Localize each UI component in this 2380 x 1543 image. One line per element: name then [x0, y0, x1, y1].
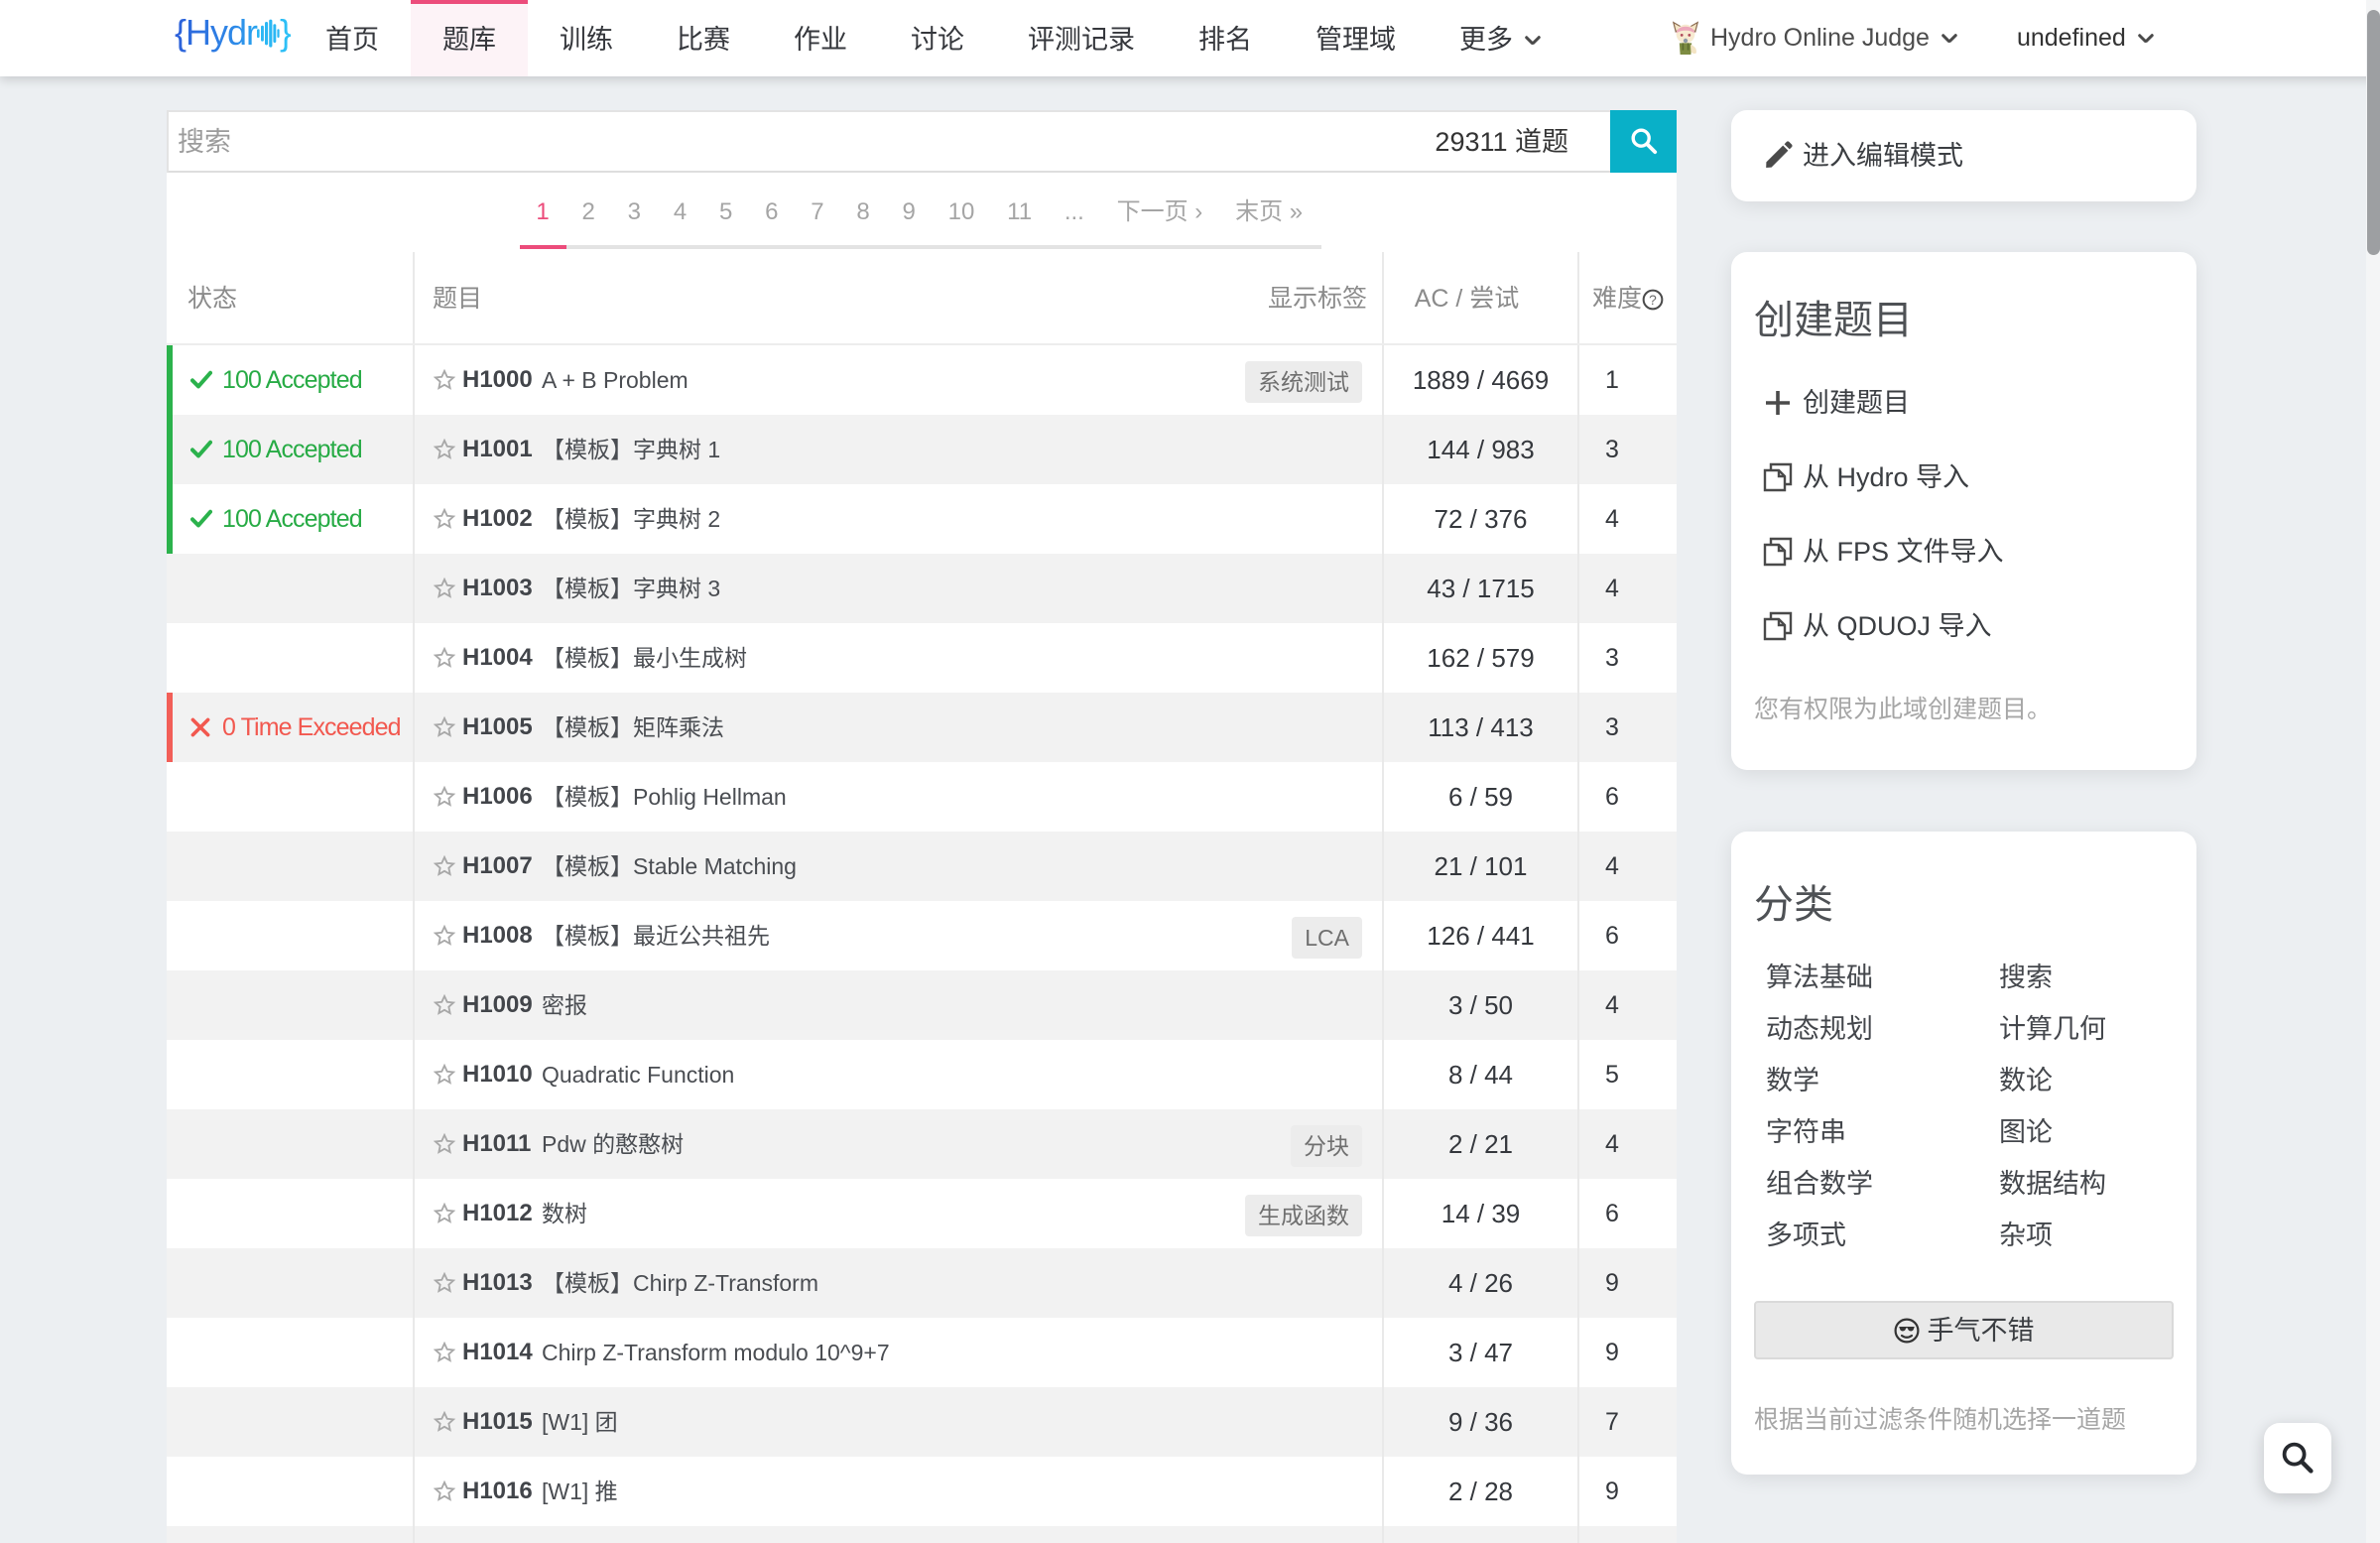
svg-text:?: ? — [1649, 293, 1657, 308]
